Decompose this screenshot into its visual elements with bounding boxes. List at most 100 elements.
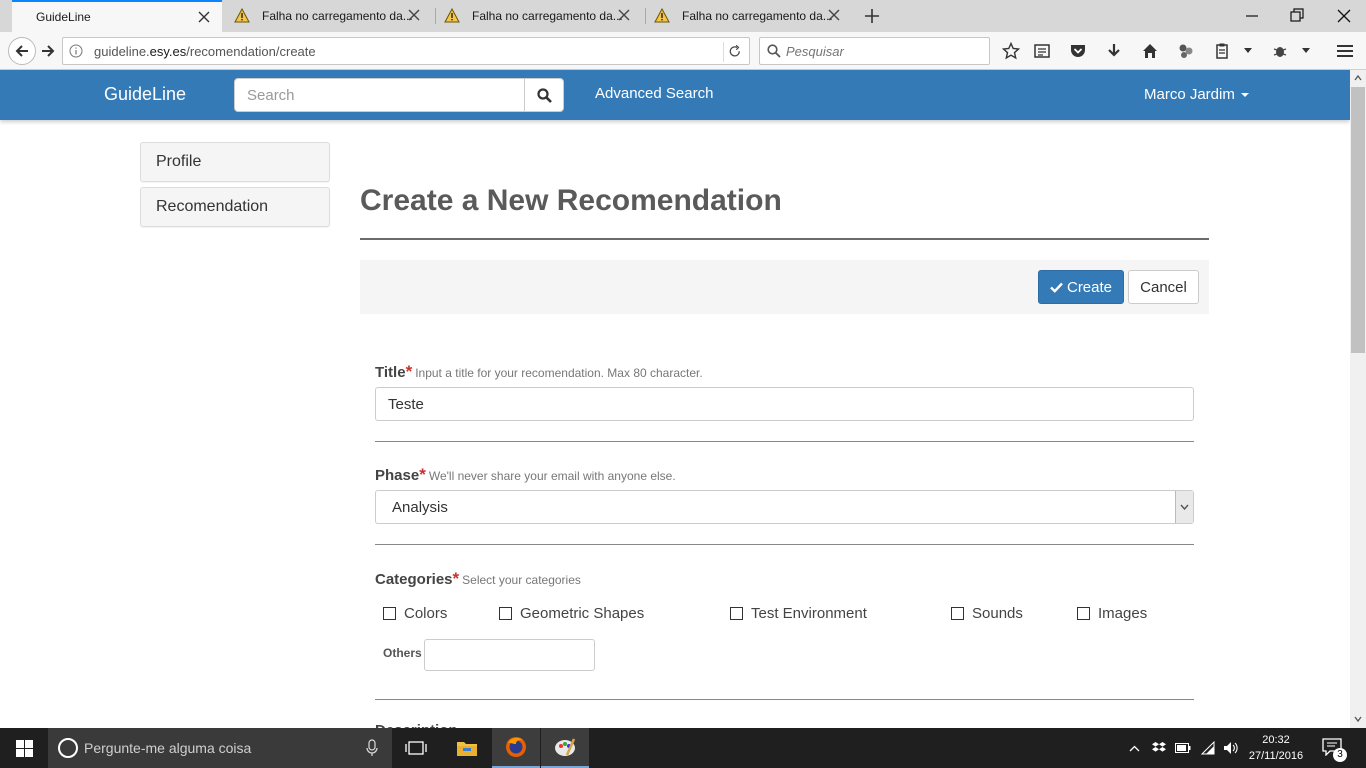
show-hidden-icons-button[interactable] bbox=[1126, 728, 1142, 768]
sidebar-item-recomendation[interactable]: Recomendation bbox=[140, 187, 330, 227]
warning-icon bbox=[444, 8, 460, 23]
checkbox[interactable] bbox=[383, 607, 396, 620]
select-dropdown-button[interactable] bbox=[1175, 491, 1193, 523]
tab-guideline[interactable]: GuideLine bbox=[12, 0, 222, 32]
system-clock[interactable]: 20:32 27/11/2016 bbox=[1244, 732, 1308, 764]
title-label-text: Title bbox=[375, 364, 406, 381]
category-checkbox-geometric-shapes[interactable]: Geometric Shapes bbox=[499, 605, 644, 622]
title-hint: Input a title for your recomendation. Ma… bbox=[415, 366, 703, 380]
sidebar-item-profile[interactable]: Profile bbox=[140, 142, 330, 182]
create-label: Create bbox=[1066, 278, 1113, 296]
tab-title: Falha no carregamento da... bbox=[472, 9, 623, 23]
category-checkbox-images[interactable]: Images bbox=[1077, 605, 1147, 622]
sidebar-item-label: Recomendation bbox=[156, 198, 269, 215]
network-tray-button[interactable] bbox=[1198, 728, 1218, 768]
volume-tray-button[interactable] bbox=[1221, 728, 1241, 768]
tab-failed-3[interactable]: Falha no carregamento da... bbox=[642, 0, 852, 32]
user-menu[interactable]: Marco Jardim bbox=[1144, 86, 1249, 103]
url-text: guideline.esy.es/recomendation/create bbox=[94, 44, 316, 59]
close-window-icon[interactable] bbox=[1334, 6, 1354, 26]
url-domain: esy.es bbox=[149, 44, 187, 59]
category-checkbox-test-environment[interactable]: Test Environment bbox=[730, 605, 867, 622]
info-icon[interactable] bbox=[69, 44, 83, 58]
scroll-down-icon[interactable] bbox=[1354, 715, 1362, 723]
windows-taskbar: Pergunte-me alguma coisa 20:32 27/11/201… bbox=[0, 728, 1366, 768]
pocket-icon bbox=[1071, 45, 1085, 57]
reading-list-icon bbox=[1034, 44, 1050, 58]
brand-logo[interactable]: GuideLine bbox=[104, 84, 186, 105]
phase-select[interactable]: Analysis bbox=[375, 490, 1194, 524]
create-button[interactable]: Create bbox=[1038, 270, 1124, 304]
downloads-button[interactable] bbox=[1102, 39, 1126, 63]
page-scrollbar[interactable] bbox=[1350, 70, 1366, 728]
checkbox-label: Sounds bbox=[972, 605, 1023, 622]
start-button[interactable] bbox=[0, 728, 48, 768]
title-input-value: Teste bbox=[388, 395, 424, 413]
pocket-button[interactable] bbox=[1066, 39, 1090, 63]
close-tab-icon[interactable] bbox=[618, 9, 630, 21]
bug-icon bbox=[1273, 47, 1287, 57]
chevron-down-icon bbox=[1302, 48, 1310, 53]
title-input[interactable]: Teste bbox=[375, 387, 1194, 421]
tab-failed-2[interactable]: Falha no carregamento da... bbox=[432, 0, 642, 32]
cancel-button[interactable]: Cancel bbox=[1128, 270, 1199, 304]
warning-icon bbox=[654, 8, 670, 23]
clipboard-dropdown[interactable] bbox=[1238, 39, 1258, 63]
cancel-label: Cancel bbox=[1140, 278, 1187, 296]
battery-tray-button[interactable] bbox=[1174, 728, 1192, 768]
hamburger-icon bbox=[1337, 45, 1353, 57]
app-search-input[interactable] bbox=[234, 78, 525, 112]
browser-search-bar[interactable] bbox=[759, 37, 990, 65]
file-explorer-button[interactable] bbox=[443, 728, 491, 768]
reload-icon[interactable] bbox=[723, 42, 743, 62]
dropbox-tray-button[interactable] bbox=[1150, 728, 1168, 768]
menu-button[interactable] bbox=[1333, 39, 1357, 63]
firefox-taskbar-button[interactable] bbox=[492, 728, 540, 768]
scroll-up-icon[interactable] bbox=[1354, 74, 1362, 82]
back-button[interactable] bbox=[8, 37, 36, 65]
bookmark-star-button[interactable] bbox=[999, 39, 1023, 63]
addon-button[interactable] bbox=[1268, 39, 1292, 63]
minimize-icon[interactable] bbox=[1242, 6, 1262, 26]
others-input[interactable] bbox=[424, 639, 595, 671]
title-field-label: Title* Input a title for your recomendati… bbox=[375, 362, 703, 382]
folder-icon bbox=[457, 742, 477, 756]
tab-title: Falha no carregamento da... bbox=[262, 9, 413, 23]
home-button[interactable] bbox=[1138, 39, 1162, 63]
reader-view-button[interactable] bbox=[1030, 39, 1054, 63]
browser-search-input[interactable] bbox=[786, 42, 981, 60]
required-mark: * bbox=[419, 465, 426, 484]
checkbox[interactable] bbox=[730, 607, 743, 620]
scrollbar-thumb[interactable] bbox=[1351, 87, 1365, 353]
advanced-search-link[interactable]: Advanced Search bbox=[595, 85, 713, 102]
task-view-button[interactable] bbox=[392, 728, 440, 768]
browser-navbar: guideline.esy.es/recomendation/create bbox=[0, 32, 1366, 70]
extension-button[interactable] bbox=[1174, 39, 1198, 63]
cortana-search-box[interactable]: Pergunte-me alguma coisa bbox=[48, 728, 392, 768]
checkbox[interactable] bbox=[951, 607, 964, 620]
app-search-button[interactable] bbox=[524, 78, 564, 112]
close-tab-icon[interactable] bbox=[828, 9, 840, 21]
sidebar-item-label: Profile bbox=[156, 153, 202, 170]
checkbox[interactable] bbox=[499, 607, 512, 620]
category-checkbox-colors[interactable]: Colors bbox=[383, 605, 447, 622]
forward-button[interactable] bbox=[36, 39, 60, 63]
restore-icon[interactable] bbox=[1287, 6, 1307, 26]
checkbox[interactable] bbox=[1077, 607, 1090, 620]
url-path: /recomendation/create bbox=[186, 44, 316, 59]
close-tab-icon[interactable] bbox=[408, 9, 420, 21]
clock-time: 20:32 bbox=[1262, 734, 1290, 746]
tab-failed-1[interactable]: Falha no carregamento da... bbox=[222, 0, 432, 32]
category-checkbox-sounds[interactable]: Sounds bbox=[951, 605, 1023, 622]
phase-label-text: Phase bbox=[375, 467, 420, 484]
cortana-icon bbox=[58, 738, 78, 758]
extension-icon bbox=[1179, 44, 1193, 58]
clipboard-button[interactable] bbox=[1210, 39, 1234, 63]
url-bar[interactable]: guideline.esy.es/recomendation/create bbox=[62, 37, 750, 65]
microphone-icon[interactable] bbox=[366, 739, 378, 757]
paint-taskbar-button[interactable] bbox=[541, 728, 589, 768]
close-tab-icon[interactable] bbox=[198, 11, 210, 23]
addon-dropdown[interactable] bbox=[1296, 39, 1316, 63]
new-tab-icon[interactable] bbox=[862, 6, 882, 26]
phase-selected-value: Analysis bbox=[392, 498, 448, 516]
